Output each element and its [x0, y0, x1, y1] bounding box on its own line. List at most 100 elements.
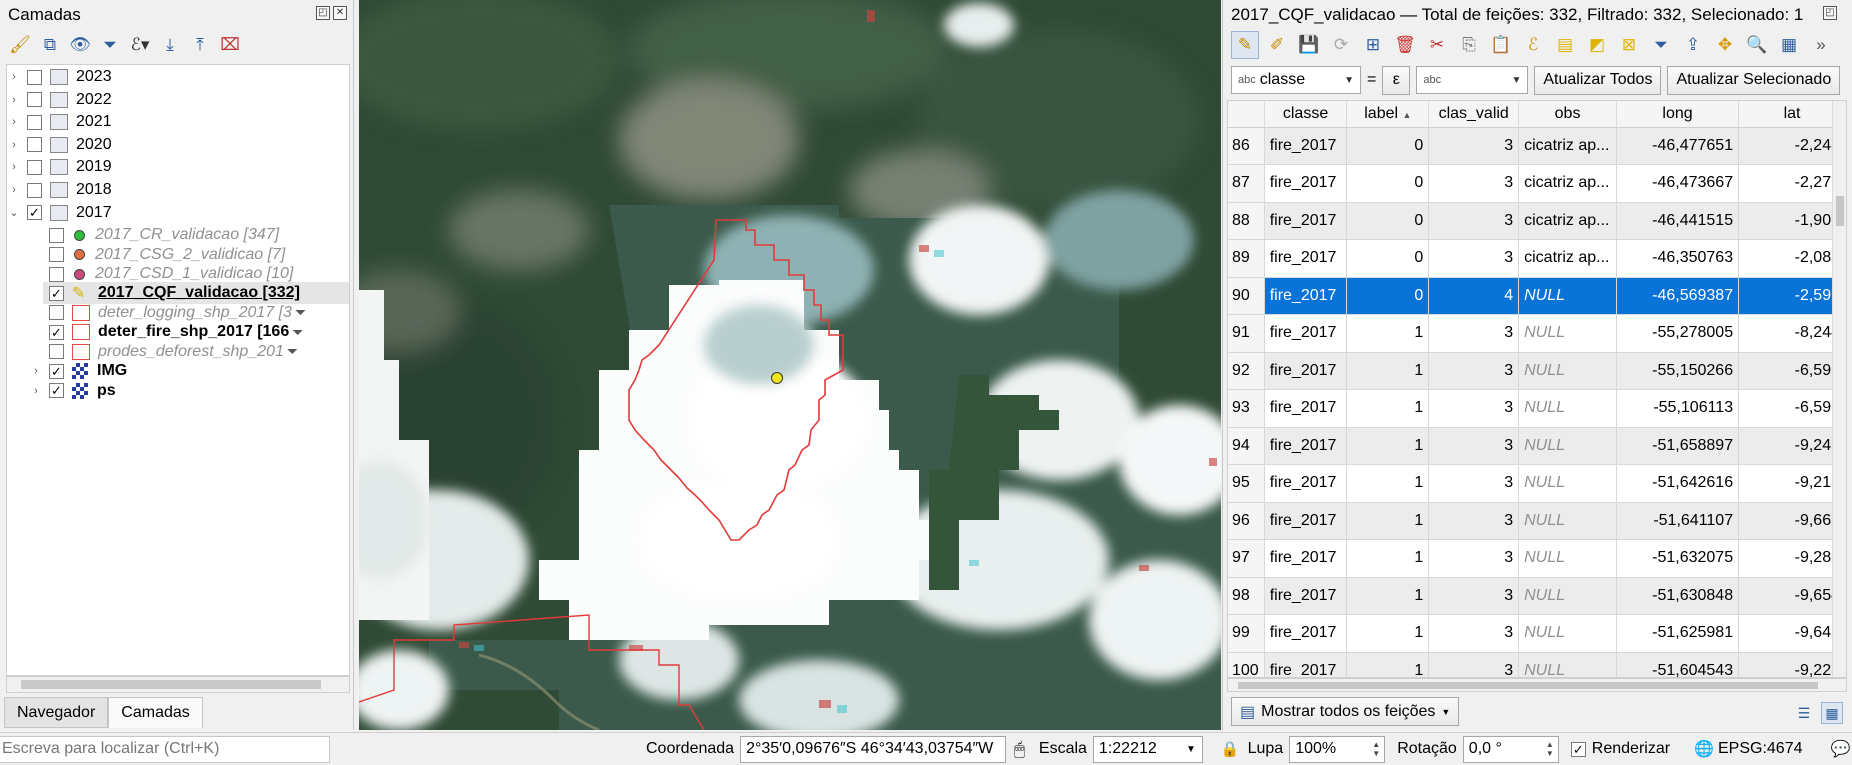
crs-label[interactable]: EPSG:4674: [1718, 740, 1803, 758]
cell-clas_valid[interactable]: 3: [1428, 464, 1520, 503]
cell-long[interactable]: -46,473667: [1616, 164, 1740, 203]
magnifier-spinbox[interactable]: 100% ▲ ▼: [1289, 735, 1386, 763]
cell-long[interactable]: -55,106113: [1616, 389, 1740, 428]
cell-obs[interactable]: NULL: [1518, 502, 1617, 540]
cell-clas_valid[interactable]: 3: [1428, 502, 1520, 540]
cell-clas_valid[interactable]: 3: [1428, 539, 1520, 578]
cell-classe[interactable]: fire_2017: [1264, 652, 1348, 677]
table-row[interactable]: 99 fire_2017 1 3 NULL -51,625981 -9,642: [1228, 614, 1846, 653]
cell-classe[interactable]: fire_2017: [1264, 464, 1348, 503]
layer-checkbox[interactable]: ✓: [49, 363, 64, 379]
lock-scale-icon[interactable]: 🔒: [1221, 740, 1240, 758]
cell-lat[interactable]: -2,597: [1738, 277, 1846, 315]
new-field-icon[interactable]: ▦: [1775, 31, 1803, 59]
layer-group-2020[interactable]: › 2020: [7, 134, 112, 156]
field-select[interactable]: abc classe ▼: [1231, 66, 1361, 94]
cell-clas_valid[interactable]: 3: [1428, 614, 1520, 653]
row-number[interactable]: 87: [1228, 164, 1265, 203]
table-row[interactable]: 95 fire_2017 1 3 NULL -51,642616 -9,219: [1228, 464, 1846, 503]
mouse-toggle-icon[interactable]: 🖱: [1014, 739, 1025, 760]
cell-classe[interactable]: fire_2017: [1264, 389, 1348, 428]
toggle-editing-pencil-icon[interactable]: ✎: [1231, 31, 1259, 59]
table-horizontal-scrollbar[interactable]: [1227, 678, 1847, 692]
row-number[interactable]: 89: [1228, 239, 1265, 278]
cell-long[interactable]: -51,625981: [1616, 614, 1740, 653]
add-group-icon[interactable]: ⧉: [38, 33, 62, 57]
map-canvas[interactable]: [359, 0, 1221, 730]
table-row[interactable]: 91 fire_2017 1 3 NULL -55,278005 -8,244: [1228, 314, 1846, 353]
column-header-classe[interactable]: classe: [1264, 101, 1348, 128]
cell-obs[interactable]: NULL: [1518, 464, 1617, 503]
table-row[interactable]: 87 fire_2017 0 3 cicatriz ap... -46,473667 -2,…: [1228, 164, 1846, 203]
show-all-features-button[interactable]: ▤ Mostrar todos os feições ▼: [1231, 697, 1460, 726]
filter-funnel-icon[interactable]: ⏷: [292, 324, 303, 341]
cell-obs[interactable]: cicatriz ap...: [1518, 127, 1617, 165]
cell-label[interactable]: 1: [1346, 427, 1430, 465]
cell-long[interactable]: -51,658897: [1616, 427, 1740, 465]
cell-clas_valid[interactable]: 4: [1428, 277, 1520, 315]
zoom-to-selection-icon[interactable]: 🔍: [1743, 31, 1771, 59]
cell-classe[interactable]: fire_2017: [1264, 539, 1348, 578]
float-table-icon[interactable]: ◰: [1823, 6, 1837, 20]
cell-classe[interactable]: fire_2017: [1264, 502, 1348, 540]
expression-epsilon-icon[interactable]: ℰ▾: [128, 33, 152, 57]
chevron-down-icon[interactable]: ⌄: [7, 206, 21, 219]
cell-lat[interactable]: -2,248: [1738, 127, 1846, 165]
cell-clas_valid[interactable]: 3: [1428, 389, 1520, 428]
row-number[interactable]: 92: [1228, 352, 1265, 390]
filter-funnel-icon[interactable]: ⏷: [98, 33, 122, 57]
cell-obs[interactable]: NULL: [1518, 539, 1617, 578]
cell-clas_valid[interactable]: 3: [1428, 239, 1520, 278]
cell-lat[interactable]: -1,907: [1738, 202, 1846, 240]
layer-group-checkbox[interactable]: [27, 137, 42, 153]
layer-group-2022[interactable]: › 2022: [7, 89, 112, 111]
cell-long[interactable]: -46,350763: [1616, 239, 1740, 278]
row-number[interactable]: 95: [1228, 464, 1265, 503]
layer-checkbox[interactable]: [49, 266, 64, 282]
table-row[interactable]: 96 fire_2017 1 3 NULL -51,641107 -9,667: [1228, 502, 1846, 540]
cell-long[interactable]: -51,642616: [1616, 464, 1740, 503]
filter-funnel-icon[interactable]: ⏷: [287, 343, 298, 360]
cell-lat[interactable]: -9,642: [1738, 614, 1846, 653]
cell-lat[interactable]: -9,654: [1738, 577, 1846, 615]
raster-layer-ps[interactable]: › ✓ ps: [29, 380, 116, 402]
float-panel-icon[interactable]: ◰: [316, 6, 330, 20]
cut-icon[interactable]: ✂: [1423, 31, 1451, 59]
cell-clas_valid[interactable]: 3: [1428, 652, 1520, 677]
table-row[interactable]: 98 fire_2017 1 3 NULL -51,630848 -9,654: [1228, 577, 1846, 615]
layer-group-2018[interactable]: › 2018: [7, 179, 112, 201]
cell-label[interactable]: 1: [1346, 502, 1430, 540]
cell-label[interactable]: 1: [1346, 389, 1430, 428]
filter-select-icon[interactable]: ⏷: [1647, 31, 1675, 59]
reload-icon[interactable]: ⟳: [1327, 31, 1355, 59]
cell-clas_valid[interactable]: 3: [1428, 352, 1520, 390]
render-checkbox[interactable]: ✓: [1570, 741, 1586, 757]
globe-crs-icon[interactable]: 🌐: [1694, 739, 1714, 759]
row-number[interactable]: 91: [1228, 314, 1265, 353]
row-number[interactable]: 88: [1228, 202, 1265, 240]
tab-navegador[interactable]: Navegador: [4, 697, 109, 728]
invert-selection-icon[interactable]: ◩: [1583, 31, 1611, 59]
cell-classe[interactable]: fire_2017: [1264, 277, 1348, 315]
filter-funnel-icon[interactable]: ⏷: [295, 304, 306, 321]
row-number[interactable]: 100: [1228, 652, 1265, 677]
layer-group-checkbox[interactable]: [27, 92, 42, 108]
row-number[interactable]: 96: [1228, 502, 1265, 540]
cell-clas_valid[interactable]: 3: [1428, 427, 1520, 465]
close-panel-icon[interactable]: ✕: [333, 6, 347, 20]
cell-lat[interactable]: -2,276: [1738, 164, 1846, 203]
column-header-obs[interactable]: obs: [1518, 101, 1617, 128]
cell-lat[interactable]: -9,288: [1738, 539, 1846, 578]
chevron-right-icon[interactable]: ›: [7, 161, 21, 173]
cell-obs[interactable]: cicatriz ap...: [1518, 239, 1617, 278]
select-all-icon[interactable]: ▤: [1551, 31, 1579, 59]
cell-obs[interactable]: cicatriz ap...: [1518, 164, 1617, 203]
layer-checkbox[interactable]: [49, 247, 64, 263]
cell-obs[interactable]: NULL: [1518, 314, 1617, 353]
visibility-eye-icon[interactable]: 👁: [68, 33, 92, 57]
cell-long[interactable]: -46,569387: [1616, 277, 1740, 315]
cell-classe[interactable]: fire_2017: [1264, 202, 1348, 240]
row-number[interactable]: 98: [1228, 577, 1265, 615]
chevron-right-icon[interactable]: ›: [7, 94, 21, 106]
row-number[interactable]: 94: [1228, 427, 1265, 465]
